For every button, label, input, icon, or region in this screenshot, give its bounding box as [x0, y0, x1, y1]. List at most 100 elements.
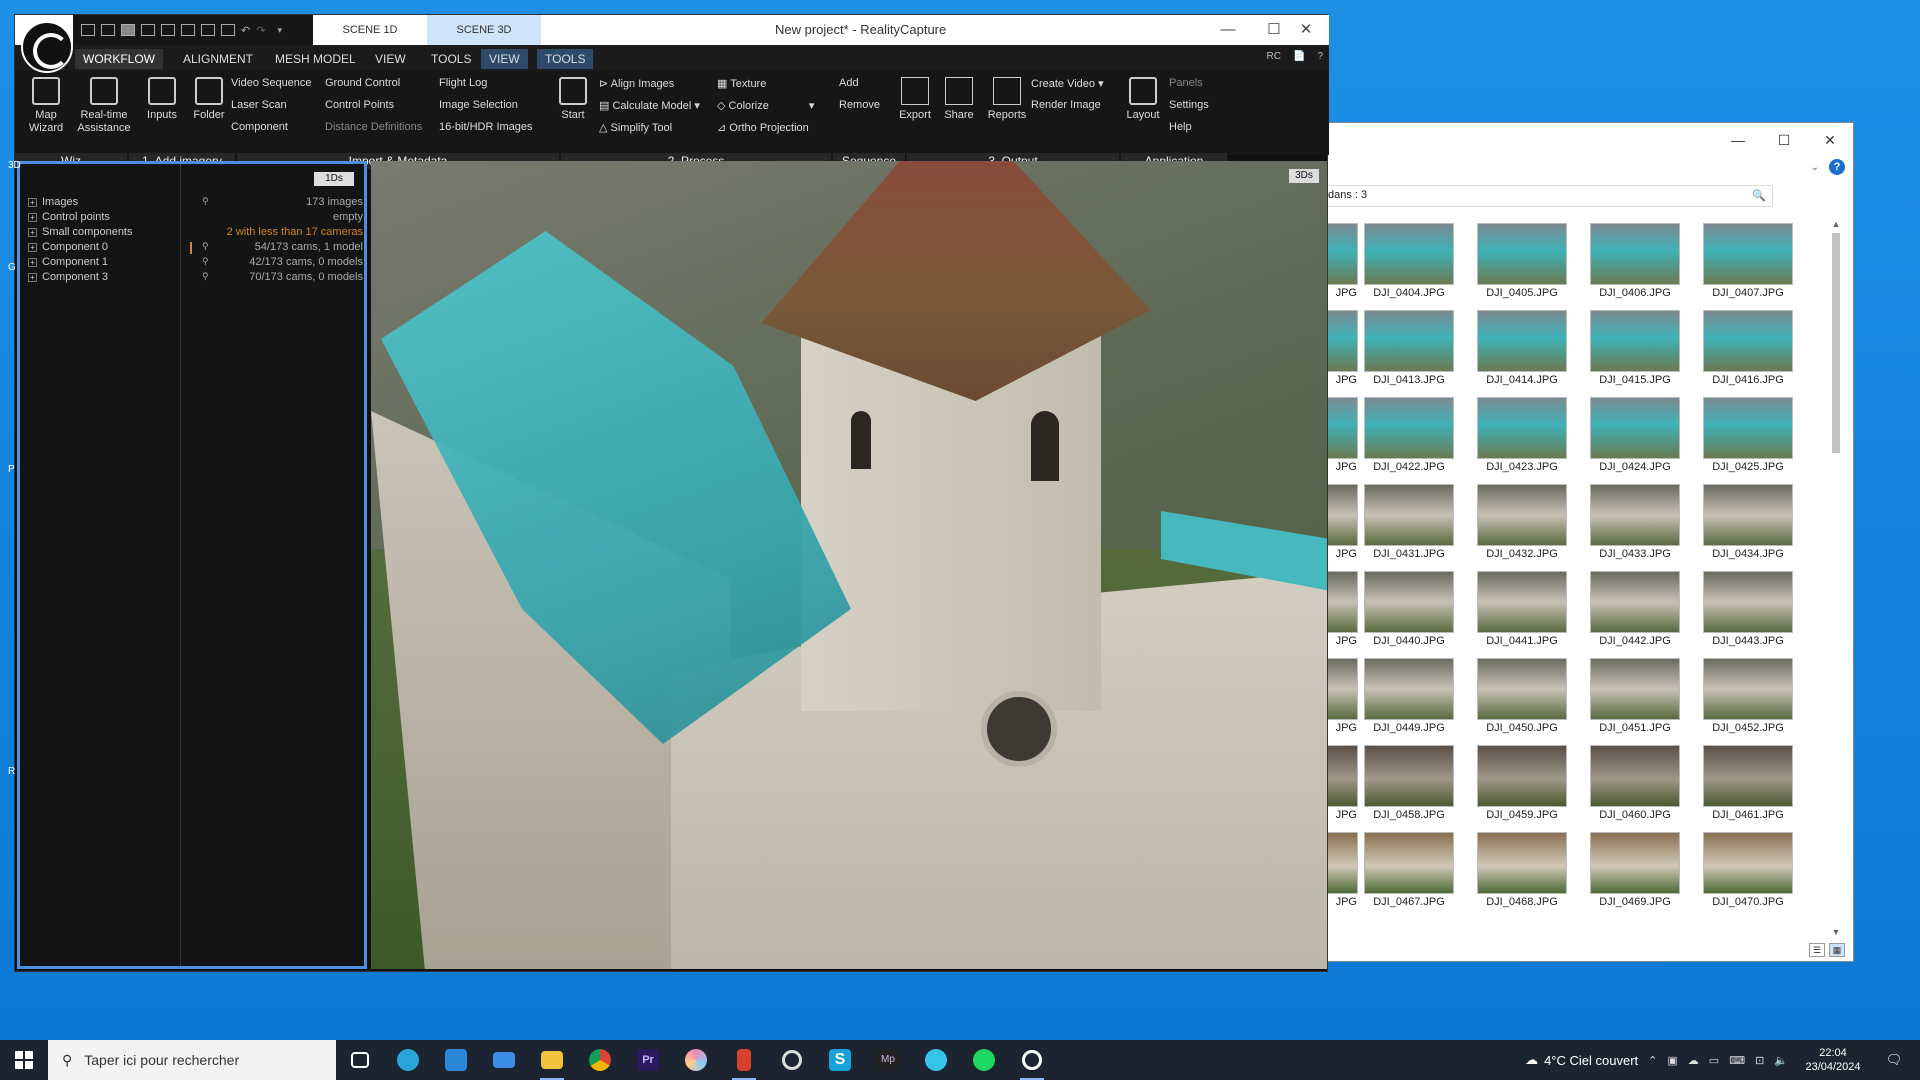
file-thumbnail[interactable]: DJI_0452.JPG	[1698, 654, 1798, 738]
file-thumbnail[interactable]: DJI_0470.JPG	[1698, 828, 1798, 912]
network-icon[interactable]: ⊡	[1755, 1054, 1764, 1067]
simplify-tool-button[interactable]: △ Simplify Tool	[599, 121, 672, 134]
ground-control-button[interactable]: Ground Control	[325, 77, 400, 89]
file-thumbnail[interactable]: DJI_0406.JPG	[1585, 219, 1685, 303]
tree-row[interactable]: + Small components 2 with less than 17 cam…	[28, 226, 363, 241]
start-button[interactable]: Start	[555, 77, 591, 122]
colorize-dropdown-icon[interactable]: ▾	[809, 100, 815, 112]
video-sequence-button[interactable]: Video Sequence	[231, 77, 312, 89]
details-view-icon[interactable]: ☰	[1809, 943, 1825, 957]
store-icon[interactable]	[432, 1040, 480, 1080]
file-thumbnail[interactable]: DJI_0458.JPG	[1359, 741, 1459, 825]
menu-scene-view[interactable]: VIEW	[481, 49, 528, 69]
tree-row[interactable]: + Component 1 ⚲ 42/173 cams, 0 models	[28, 256, 363, 271]
tray-display-icon[interactable]: ▭	[1709, 1054, 1719, 1067]
file-thumbnail[interactable]: DJI_0415.JPG	[1585, 306, 1685, 390]
volume-icon[interactable]: 🔈	[1774, 1054, 1788, 1067]
layout-8-icon[interactable]	[221, 24, 235, 36]
expand-icon[interactable]: +	[28, 213, 37, 222]
tree-row[interactable]: + Images ⚲ 173 images	[28, 196, 363, 211]
image-selection-button[interactable]: Image Selection	[439, 99, 518, 111]
pin-icon[interactable]: ⚲	[202, 271, 209, 282]
tab-scene-1d[interactable]: SCENE 1D	[313, 15, 427, 45]
file-thumbnail[interactable]: DJI_0451.JPG	[1585, 654, 1685, 738]
realitycapture-logo-icon[interactable]	[21, 21, 73, 73]
expand-icon[interactable]: +	[28, 228, 37, 237]
file-thumbnail[interactable]: DJI_0459.JPG	[1472, 741, 1572, 825]
tab-scene-3d[interactable]: SCENE 3D	[427, 15, 541, 45]
tray-cloud-icon[interactable]: ☁	[1688, 1054, 1699, 1067]
sequence-add-button[interactable]: Add	[839, 77, 859, 89]
file-thumbnail[interactable]: DJI_0441.JPG	[1472, 567, 1572, 651]
explorer-maximize-button[interactable]: ☐	[1761, 123, 1807, 157]
file-thumbnail[interactable]: DJI_0443.JPG	[1698, 567, 1798, 651]
mail-icon[interactable]	[480, 1040, 528, 1080]
file-thumbnail[interactable]: DJI_0440.JPG	[1359, 567, 1459, 651]
customize-icon[interactable]: ▾	[277, 25, 282, 36]
start-button[interactable]	[0, 1040, 48, 1080]
scroll-up-icon[interactable]: ▲	[1829, 219, 1843, 229]
explorer-close-button[interactable]: ✕	[1807, 123, 1853, 157]
thumbnail-view-icon[interactable]: ▦	[1829, 943, 1845, 957]
photos-icon[interactable]	[672, 1040, 720, 1080]
menu-view[interactable]: VIEW	[367, 49, 414, 69]
panels-button[interactable]: Panels	[1169, 77, 1203, 89]
tree-row[interactable]: + Component 3 ⚲ 70/173 cams, 0 models	[28, 271, 363, 286]
pin-icon[interactable]: ⚲	[202, 256, 209, 267]
file-thumbnail[interactable]: DJI_0405.JPG	[1472, 219, 1572, 303]
file-thumbnail[interactable]: DJI_0460.JPG	[1585, 741, 1685, 825]
task-view-icon[interactable]	[336, 1040, 384, 1080]
align-images-button[interactable]: ⊳ Align Images	[599, 77, 674, 90]
rc-account-icon[interactable]: RC	[1267, 51, 1281, 62]
file-thumbnail[interactable]: DJI_0449.JPG	[1359, 654, 1459, 738]
layout-3-icon[interactable]	[121, 24, 135, 36]
pin-icon[interactable]: ⚲	[202, 241, 209, 252]
file-thumbnail[interactable]: DJI_0442.JPG	[1585, 567, 1685, 651]
file-thumbnail[interactable]: DJI_0407.JPG	[1698, 219, 1798, 303]
share-button[interactable]: Share	[939, 77, 979, 122]
calculate-model-button[interactable]: ▤ Calculate Model ▾	[599, 99, 700, 112]
control-points-button[interactable]: Control Points	[325, 99, 394, 111]
menu-workflow[interactable]: WORKFLOW	[75, 49, 163, 69]
rc-close-button[interactable]: ✕	[1283, 15, 1329, 45]
reports-button[interactable]: Reports	[983, 77, 1031, 122]
explorer-search-bar[interactable]: dans : 3 🔍	[1321, 185, 1773, 207]
layout-1-icon[interactable]	[81, 24, 95, 36]
menu-alignment[interactable]: ALIGNMENT	[175, 49, 261, 69]
map-wizard-button[interactable]: Map Wizard	[23, 77, 69, 135]
colorize-button[interactable]: ◇ Colorize ▾	[717, 99, 814, 112]
layout-4-icon[interactable]	[141, 24, 155, 36]
distance-definitions-button[interactable]: Distance Definitions	[325, 121, 422, 133]
3d-viewport[interactable]: 3Ds	[371, 161, 1327, 969]
file-thumbnail[interactable]: DJI_0467.JPG	[1359, 828, 1459, 912]
layout-5-icon[interactable]	[161, 24, 175, 36]
file-thumbnail[interactable]: DJI_0414.JPG	[1472, 306, 1572, 390]
render-image-button[interactable]: Render Image	[1031, 99, 1101, 111]
viewport-mode-button[interactable]: 3Ds	[1289, 169, 1319, 183]
tree-row[interactable]: + Control points empty	[28, 211, 363, 226]
help-icon[interactable]: ?	[1317, 51, 1323, 62]
help-button[interactable]: Help	[1169, 121, 1192, 133]
expand-icon[interactable]: +	[28, 243, 37, 252]
file-thumbnail[interactable]: DJI_0432.JPG	[1472, 480, 1572, 564]
file-thumbnail[interactable]: DJI_0424.JPG	[1585, 393, 1685, 477]
hdr-images-button[interactable]: 16-bit/HDR Images	[439, 121, 533, 133]
tray-expand-icon[interactable]: ⌃	[1648, 1054, 1657, 1067]
file-thumbnail[interactable]: DJI_0423.JPG	[1472, 393, 1572, 477]
keyboard-icon[interactable]: ⌨	[1729, 1054, 1745, 1067]
sequence-remove-button[interactable]: Remove	[839, 99, 880, 111]
tree-row[interactable]: + Component 0 ⚲ 54/173 cams, 1 model	[28, 241, 363, 256]
help-icon[interactable]: ?	[1829, 159, 1845, 175]
s-app-icon[interactable]: S	[816, 1040, 864, 1080]
file-thumbnail[interactable]: DJI_0431.JPG	[1359, 480, 1459, 564]
spotify-icon[interactable]	[960, 1040, 1008, 1080]
expand-icon[interactable]: +	[28, 273, 37, 282]
file-thumbnail[interactable]: DJI_0461.JPG	[1698, 741, 1798, 825]
folder-button[interactable]: Folder	[187, 77, 231, 122]
realtime-assistance-button[interactable]: Real-time Assistance	[69, 77, 139, 135]
component-button[interactable]: Component	[231, 121, 288, 133]
pin-icon[interactable]: ⚲	[202, 196, 209, 207]
expand-icon[interactable]: +	[28, 198, 37, 207]
menu-tools[interactable]: TOOLS	[423, 49, 479, 69]
layout-button[interactable]: Layout	[1123, 77, 1163, 122]
